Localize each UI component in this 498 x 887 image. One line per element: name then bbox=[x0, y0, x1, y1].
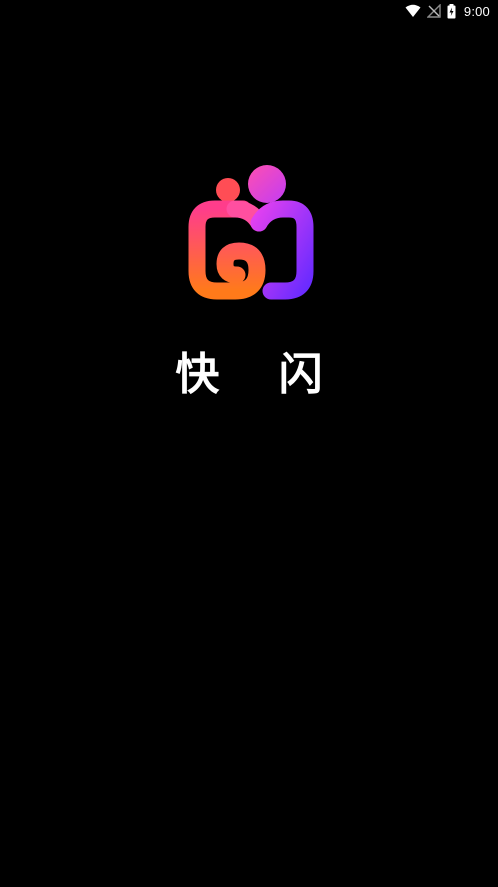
wifi-icon bbox=[405, 4, 421, 18]
status-icons: 9:00 bbox=[405, 1, 490, 21]
app-logo-icon bbox=[185, 163, 317, 305]
status-time: 9:00 bbox=[463, 3, 490, 19]
no-signal-icon bbox=[426, 4, 441, 18]
status-bar: 9:00 bbox=[0, 0, 498, 22]
battery-charging-icon bbox=[447, 3, 456, 19]
app-name: 快 闪 bbox=[175, 349, 345, 400]
